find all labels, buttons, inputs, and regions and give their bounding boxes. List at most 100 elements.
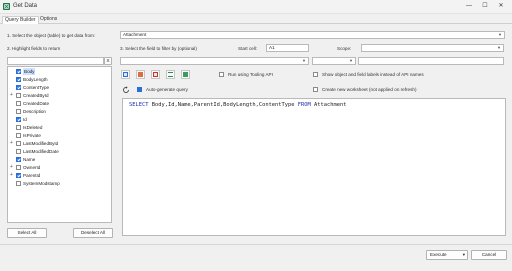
excel-addin-icon — [3, 3, 10, 10]
dialog-footer: Execute ▾ Cancel — [0, 244, 512, 271]
field-search-input[interactable] — [7, 57, 104, 65]
checkbox-icon[interactable] — [16, 133, 21, 138]
field-name: ParentId — [23, 173, 41, 178]
expand-icon[interactable]: + — [9, 141, 14, 146]
field-name: SystemModstamp — [23, 181, 60, 186]
checkbox-icon[interactable] — [16, 109, 21, 114]
filter-add-icon[interactable] — [181, 70, 190, 79]
checkbox-icon[interactable] — [16, 93, 21, 98]
object-select-label: 1. Select the object (table) to get data… — [7, 33, 96, 38]
field-name: Body — [23, 68, 36, 75]
checkbox-icon[interactable] — [16, 149, 21, 154]
field-name: Id — [23, 117, 27, 122]
field-name: LastModifiedById — [23, 141, 59, 146]
expand-icon[interactable]: + — [9, 173, 14, 178]
filter-field-select[interactable]: ▼ — [120, 57, 309, 65]
open-file-icon[interactable] — [121, 70, 130, 79]
scope-select[interactable]: ▼ — [361, 44, 504, 52]
field-row-id[interactable]: Id — [8, 116, 111, 123]
expand-icon[interactable]: + — [9, 165, 14, 170]
filter-operator-select[interactable]: ▼ — [312, 57, 356, 65]
chevron-down-icon: ▼ — [349, 58, 353, 63]
chevron-down-icon: ▼ — [302, 58, 306, 63]
field-row-lastmodifiedbyid[interactable]: + LastModifiedById — [8, 140, 111, 147]
field-name: Description — [23, 109, 46, 114]
deselect-all-button[interactable]: Deselect All — [73, 228, 113, 238]
close-button[interactable]: ✕ — [494, 1, 508, 12]
minimize-button[interactable]: — — [462, 1, 476, 12]
field-name: Name — [23, 157, 36, 162]
field-row-isprivate[interactable]: IsPrivate — [8, 132, 111, 139]
field-row-createdbyid[interactable]: + CreatedById — [8, 92, 111, 99]
chevron-down-icon: ▼ — [497, 45, 501, 50]
checkbox-icon[interactable] — [16, 117, 21, 122]
field-name: LastModifiedDate — [23, 149, 59, 154]
format-query-icon[interactable] — [166, 70, 175, 79]
start-cell-label: Start cell: — [238, 46, 258, 51]
show-labels-label: Show object and field labels instead of … — [322, 72, 424, 77]
field-row-description[interactable]: Description — [8, 108, 111, 115]
field-row-body[interactable]: Body — [8, 68, 111, 75]
field-row-bodylength[interactable]: BodyLength — [8, 76, 111, 83]
start-cell-input[interactable]: A1 — [266, 44, 309, 52]
chevron-down-icon[interactable]: ▾ — [463, 251, 465, 259]
tooling-api-checkbox[interactable] — [219, 72, 224, 77]
query-text: SELECT Body,Id,Name,ParentId,BodyLength,… — [129, 102, 346, 108]
checkbox-icon[interactable] — [16, 77, 21, 82]
sql-keyword: SELECT — [129, 102, 149, 108]
expand-icon[interactable]: + — [9, 93, 14, 98]
create-worksheet-checkbox[interactable] — [313, 87, 318, 92]
checkbox-icon[interactable] — [16, 157, 21, 162]
show-labels-checkbox[interactable] — [313, 72, 318, 77]
field-name: CreatedById — [23, 93, 49, 98]
select-all-button[interactable]: Select All — [7, 228, 47, 238]
title-bar: Get Data — ☐ ✕ — [0, 0, 512, 14]
filter-value-input[interactable] — [358, 57, 504, 65]
tab-strip: Query Builder Options — [0, 15, 512, 24]
filter-label: 3. Select the field to filter by (option… — [120, 46, 197, 51]
checkbox-icon[interactable] — [16, 69, 21, 74]
field-row-ownerid[interactable]: + OwnerId — [8, 164, 111, 171]
field-row-createddate[interactable]: CreatedDate — [8, 100, 111, 107]
window-title: Get Data — [13, 3, 38, 9]
save-query-icon[interactable] — [136, 70, 145, 79]
refresh-icon[interactable] — [122, 86, 130, 94]
chevron-down-icon: ▼ — [498, 32, 502, 37]
field-name: ContentType — [23, 85, 50, 90]
checkbox-icon[interactable] — [16, 125, 21, 130]
clear-search-button[interactable]: X — [104, 57, 112, 65]
checkbox-icon[interactable] — [16, 141, 21, 146]
field-row-parentid[interactable]: + ParentId — [8, 172, 111, 179]
checkbox-icon[interactable] — [16, 85, 21, 90]
field-row-systemmodstamp[interactable]: SystemModstamp — [8, 180, 111, 187]
query-fields: Body,Id,Name,ParentId,BodyLength,Content… — [148, 102, 298, 108]
execute-button[interactable]: Execute ▾ — [426, 250, 468, 260]
field-row-contenttype[interactable]: ContentType — [8, 84, 111, 91]
tab-query-builder[interactable]: Query Builder — [2, 16, 39, 24]
object-select[interactable]: Attachment ▼ — [120, 31, 505, 39]
field-tree: Body BodyLength ContentType + CreatedByI… — [7, 66, 112, 223]
maximize-button[interactable]: ☐ — [478, 1, 492, 12]
execute-label: Execute — [430, 252, 447, 257]
field-row-lastmodifieddate[interactable]: LastModifiedDate — [8, 148, 111, 155]
query-editor[interactable]: SELECT Body,Id,Name,ParentId,BodyLength,… — [122, 98, 506, 236]
field-name: CreatedDate — [23, 101, 50, 106]
checkbox-icon[interactable] — [16, 173, 21, 178]
field-row-isdeleted[interactable]: IsDeleted — [8, 124, 111, 131]
checkbox-icon[interactable] — [16, 165, 21, 170]
object-select-value: Attachment — [123, 32, 147, 37]
checkbox-icon[interactable] — [16, 101, 21, 106]
fields-label: 2. Highlight fields to return — [7, 46, 61, 51]
clear-query-icon[interactable] — [151, 70, 160, 79]
auto-generate-label: Auto-generate query — [146, 87, 188, 92]
tab-options[interactable]: Options — [38, 16, 59, 24]
field-name: IsDeleted — [23, 125, 43, 130]
cancel-button[interactable]: Cancel — [471, 250, 507, 260]
checkbox-icon[interactable] — [16, 181, 21, 186]
auto-generate-checkbox[interactable] — [137, 87, 142, 92]
sql-keyword: FROM — [297, 102, 311, 108]
field-name: OwnerId — [23, 165, 41, 170]
field-name: IsPrivate — [23, 133, 41, 138]
field-row-name[interactable]: Name — [8, 156, 111, 163]
field-name: BodyLength — [23, 77, 48, 82]
